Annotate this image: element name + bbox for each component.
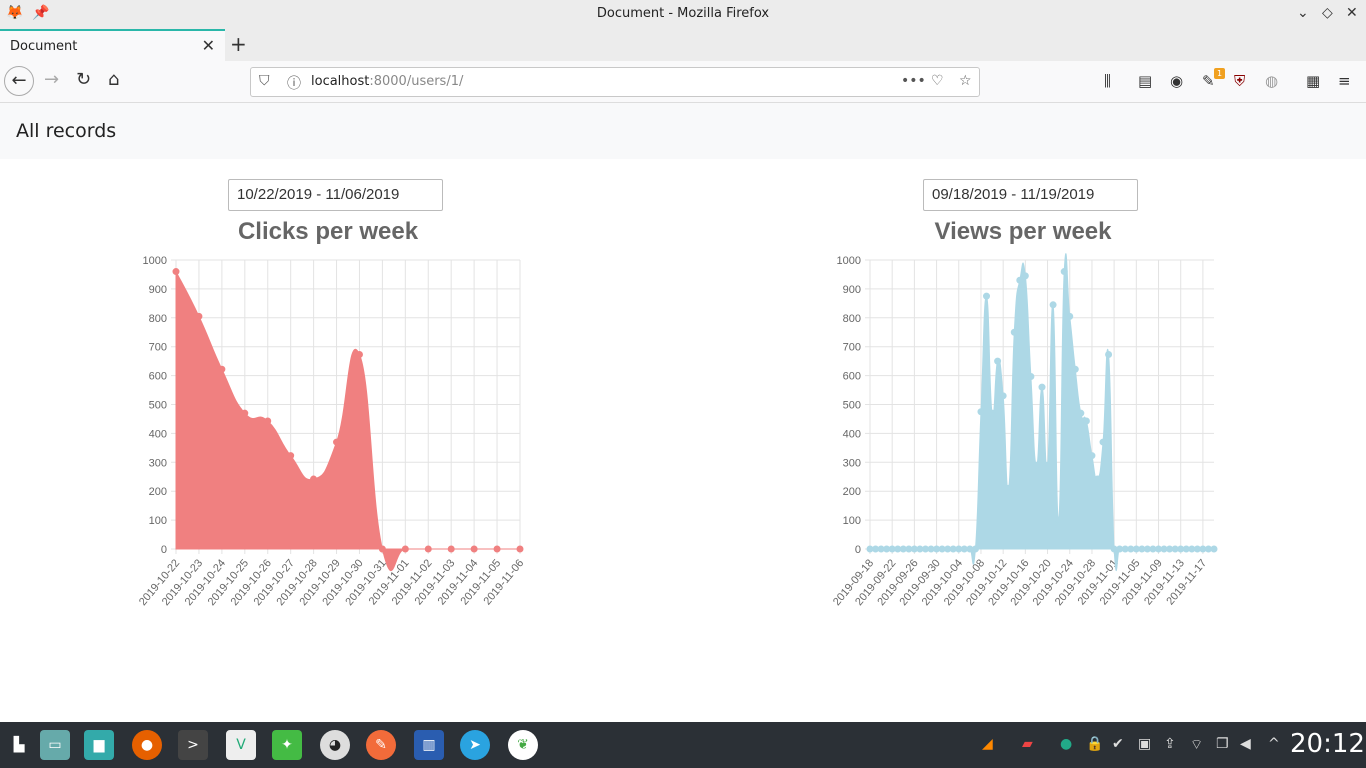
views-data-point xyxy=(1038,383,1046,391)
views-y-tick-label: 300 xyxy=(843,457,861,469)
views-data-point xyxy=(1060,268,1068,276)
views-y-tick-label: 900 xyxy=(843,284,861,296)
views-y-tick-label: 1000 xyxy=(837,255,861,267)
vscode-icon[interactable]: V xyxy=(226,730,256,760)
firefox-taskbar-icon[interactable]: ● xyxy=(132,730,162,760)
clicks-y-tick-label: 900 xyxy=(149,284,167,296)
clicks-data-point xyxy=(310,475,318,483)
views-data-point xyxy=(1210,545,1218,553)
beekeeper-icon[interactable]: ◕ xyxy=(320,730,350,760)
tray-expand-icon[interactable]: ^ xyxy=(1268,736,1280,752)
views-y-tick-label: 0 xyxy=(855,544,861,556)
views-data-point xyxy=(1021,272,1029,280)
tray-status-icon[interactable]: ● xyxy=(1060,736,1072,752)
clicks-y-tick-label: 800 xyxy=(149,313,167,325)
tray-clipboard-icon[interactable]: ❐ xyxy=(1216,736,1229,752)
views-y-tick-label: 600 xyxy=(843,371,861,383)
clicks-data-point xyxy=(241,409,249,417)
taskbar-clock: 20:12 xyxy=(1290,729,1365,759)
desktop-pager-icon[interactable]: ▭ xyxy=(40,730,70,760)
clicks-data-point xyxy=(287,452,295,460)
views-y-tick-label: 800 xyxy=(843,313,861,325)
clicks-data-point xyxy=(355,351,363,359)
views-data-point xyxy=(1010,328,1018,336)
views-y-tick-label: 400 xyxy=(843,428,861,440)
clicks-data-point xyxy=(172,268,180,276)
tray-volume-icon[interactable]: ◀ xyxy=(1240,736,1251,752)
clicks-y-tick-label: 200 xyxy=(149,486,167,498)
tray-lock-icon[interactable]: 🔒 xyxy=(1086,736,1103,752)
views-y-tick-label: 100 xyxy=(843,515,861,527)
taskbar: ▙ ▭ ▆ ● > V ✦ ◕ ✎ ▥ ➤ ❦ ◢ ▰ ● 🔒 ✔ ▣ ⇪ ⌔ … xyxy=(0,722,1366,768)
views-area-series xyxy=(870,253,1214,571)
views-data-point xyxy=(994,357,1002,365)
clicks-data-point xyxy=(424,545,432,553)
views-data-point xyxy=(1077,409,1085,417)
clicks-data-point xyxy=(264,417,272,425)
git-icon[interactable]: ✦ xyxy=(272,730,302,760)
views-data-point xyxy=(983,292,991,300)
telegram-icon[interactable]: ➤ xyxy=(460,730,490,760)
clicks-y-tick-label: 400 xyxy=(149,428,167,440)
views-data-point xyxy=(1016,276,1024,284)
clicks-data-point xyxy=(195,312,203,320)
views-data-point xyxy=(1027,372,1035,380)
views-data-point xyxy=(1099,438,1107,446)
clicks-data-point xyxy=(218,365,226,373)
editor-icon[interactable]: ▥ xyxy=(414,730,444,760)
clicks-area-series xyxy=(175,271,520,571)
tray-updates-icon[interactable]: ▣ xyxy=(1138,736,1151,752)
postman-icon[interactable]: ✎ xyxy=(366,730,396,760)
tray-trash-icon[interactable]: ▰ xyxy=(1022,736,1033,752)
clicks-y-tick-label: 700 xyxy=(149,342,167,354)
views-y-tick-label: 200 xyxy=(843,486,861,498)
mongodb-icon[interactable]: ❦ xyxy=(508,730,538,760)
tray-wifi-icon[interactable]: ⌔ xyxy=(1190,736,1203,754)
views-data-point xyxy=(1005,484,1013,492)
clicks-y-tick-label: 500 xyxy=(149,400,167,412)
views-data-point xyxy=(1032,461,1040,469)
views-y-tick-label: 500 xyxy=(843,400,861,412)
tray-upload-icon[interactable]: ⇪ xyxy=(1164,736,1176,752)
views-data-point xyxy=(971,545,979,553)
views-data-point xyxy=(1055,516,1063,524)
clicks-data-point xyxy=(333,438,341,446)
views-data-point xyxy=(1044,461,1052,469)
clicks-y-tick-label: 100 xyxy=(149,515,167,527)
clicks-data-point xyxy=(447,545,455,553)
views-data-point xyxy=(1049,301,1057,309)
clicks-data-point xyxy=(401,545,409,553)
clicks-data-point xyxy=(470,545,478,553)
clicks-y-tick-label: 600 xyxy=(149,371,167,383)
file-manager-icon[interactable]: ▆ xyxy=(84,730,114,760)
views-data-point xyxy=(977,408,985,416)
views-data-point xyxy=(1088,452,1096,460)
clicks-y-tick-label: 0 xyxy=(161,544,167,556)
views-data-point xyxy=(999,392,1007,400)
tray-vpn-icon[interactable]: ✔ xyxy=(1112,736,1124,752)
views-data-point xyxy=(1066,312,1074,320)
clicks-chart: 010020030040050060070080090010002019-10-… xyxy=(137,253,1218,608)
clicks-y-tick-label: 1000 xyxy=(143,255,167,267)
views-data-point xyxy=(988,409,996,417)
views-data-point xyxy=(1093,475,1101,483)
views-y-tick-label: 700 xyxy=(843,342,861,354)
views-data-point xyxy=(1071,365,1079,373)
views-data-point xyxy=(1082,417,1090,425)
clicks-data-point xyxy=(516,545,524,553)
terminal-icon[interactable]: > xyxy=(178,730,208,760)
clicks-data-point xyxy=(378,545,386,553)
tray-app-icon[interactable]: ◢ xyxy=(982,736,993,752)
clicks-y-tick-label: 300 xyxy=(149,457,167,469)
app-launcher-icon[interactable]: ▙ xyxy=(4,730,34,760)
views-data-point xyxy=(1105,351,1113,359)
clicks-data-point xyxy=(493,545,501,553)
